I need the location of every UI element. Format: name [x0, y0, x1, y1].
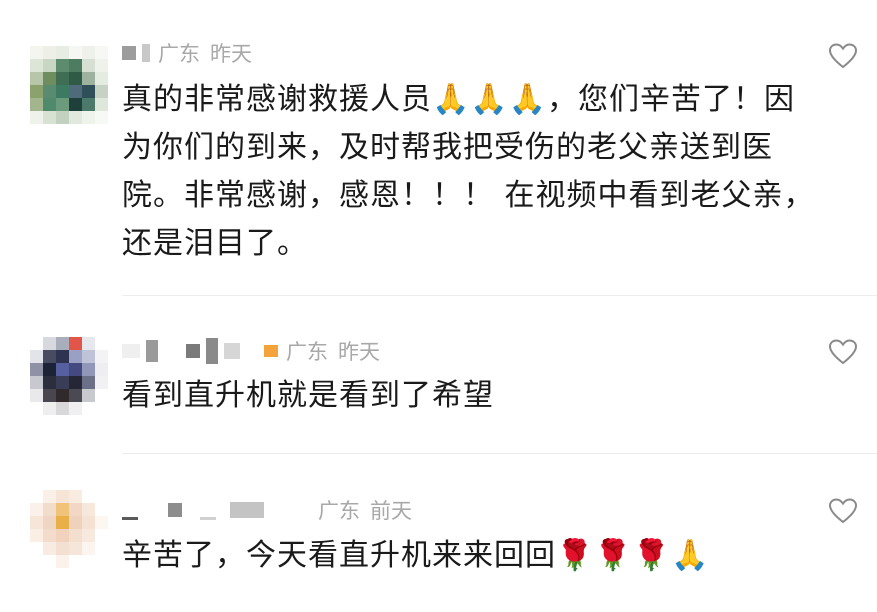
comment-text: 看到直升机就是看到了希望 — [122, 372, 494, 420]
avatar[interactable] — [30, 490, 108, 568]
comment-time: 昨天 — [338, 340, 380, 364]
comment-line: 真的非常感谢救援人员🙏🙏🙏，您们辛苦了！因 — [122, 82, 796, 117]
comment-line: 院。非常感谢，感恩！！！ 在视频中看到老父亲， — [122, 178, 815, 213]
comment-line: 还是泪目了。 — [122, 226, 308, 261]
username-masked[interactable] — [122, 501, 316, 520]
comment-text: 真的非常感谢救援人员🙏🙏🙏，您们辛苦了！因 为你们的到来，及时帮我把受伤的老父亲… — [122, 76, 815, 268]
heart-icon[interactable] — [828, 497, 858, 525]
comment-line: 为你们的到来，及时帮我把受伤的老父亲送到医 — [122, 130, 773, 165]
divider — [122, 295, 877, 296]
comment-text: 辛苦了，今天看直升机来来回回🌹🌹🌹🙏 — [122, 532, 709, 580]
comment-meta: 广东 昨天 — [122, 38, 252, 68]
comment-time: 前天 — [370, 499, 412, 523]
avatar[interactable] — [30, 46, 108, 124]
comment-time: 昨天 — [210, 42, 252, 66]
comment-meta: 广东 前天 — [122, 495, 412, 525]
avatar[interactable] — [30, 337, 108, 415]
username-masked[interactable] — [122, 338, 284, 364]
username-masked[interactable] — [122, 44, 156, 62]
comment-line: 看到直升机就是看到了希望 — [122, 378, 494, 413]
divider — [122, 453, 877, 454]
comment-location: 广东 — [286, 340, 328, 364]
comment-location: 广东 — [158, 42, 200, 66]
comment-location: 广东 — [318, 499, 360, 523]
comment-line: 辛苦了，今天看直升机来来回回🌹🌹🌹🙏 — [122, 538, 710, 573]
comment-meta: 广东 昨天 — [122, 336, 380, 366]
heart-icon[interactable] — [828, 42, 858, 70]
heart-icon[interactable] — [828, 338, 858, 366]
